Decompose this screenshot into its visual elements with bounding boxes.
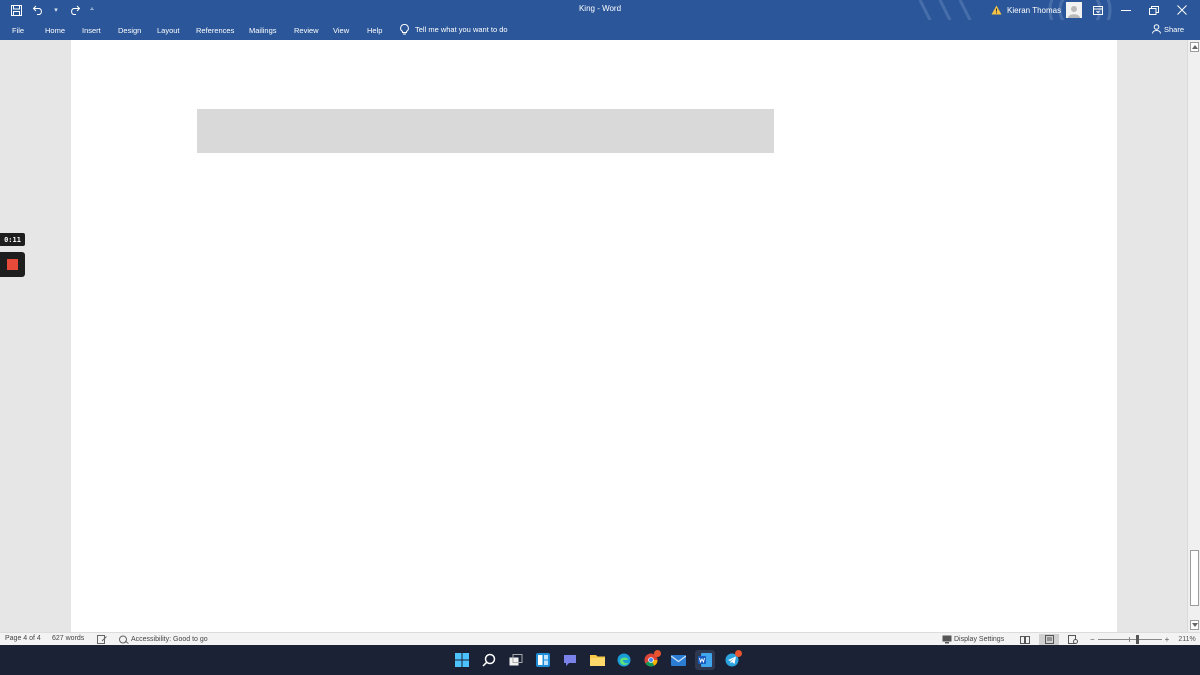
tab-home[interactable]: Home (45, 26, 65, 35)
zoom-slider[interactable] (1097, 635, 1162, 644)
undo-dropdown-icon[interactable]: ▾ (52, 6, 60, 14)
document-page[interactable] (71, 40, 1117, 632)
ribbon-display-options-icon[interactable] (1084, 0, 1112, 20)
window-controls (1084, 0, 1196, 20)
display-settings-icon (942, 635, 952, 644)
zoom-out-button[interactable]: − (1090, 635, 1095, 644)
customize-qat-icon[interactable]: ⩡ (88, 6, 96, 14)
file-explorer-icon[interactable] (587, 650, 607, 670)
edge-icon[interactable] (614, 650, 634, 670)
tab-design[interactable]: Design (118, 26, 141, 35)
display-settings-button[interactable]: Display Settings (942, 635, 1004, 644)
stop-recording-button[interactable] (0, 252, 25, 277)
minimize-icon[interactable] (1112, 0, 1140, 20)
word-count[interactable]: 627 words (52, 635, 84, 642)
warning-icon[interactable] (990, 4, 1002, 16)
tab-layout[interactable]: Layout (157, 26, 180, 35)
tab-mailings[interactable]: Mailings (249, 26, 277, 35)
taskbar-icons (452, 650, 742, 670)
account-area[interactable]: Kieran Thomas (990, 1, 1083, 19)
zoom-control: − + 211% (1090, 634, 1196, 645)
vertical-scrollbar[interactable] (1187, 40, 1200, 632)
telegram-notification-badge (735, 650, 742, 657)
telegram-icon[interactable] (722, 650, 742, 670)
word-icon[interactable] (695, 650, 715, 670)
ribbon-tabs: File Home Insert Design Layout Reference… (0, 20, 1200, 40)
user-name[interactable]: Kieran Thomas (1007, 6, 1061, 15)
web-layout-icon[interactable] (1063, 634, 1083, 645)
accessibility-label[interactable]: Accessibility: Good to go (131, 636, 208, 643)
tab-file[interactable]: File (12, 26, 24, 35)
proofing-icon[interactable] (97, 635, 107, 644)
scroll-up-icon[interactable] (1190, 42, 1199, 52)
accessibility-checker[interactable]: Accessibility: Good to go (119, 635, 208, 644)
teams-chat-icon[interactable] (560, 650, 580, 670)
tell-me-search[interactable]: Tell me what you want to do (400, 24, 508, 35)
zoom-slider-midpoint (1128, 637, 1130, 642)
print-layout-icon[interactable] (1039, 634, 1059, 645)
tell-me-label[interactable]: Tell me what you want to do (415, 25, 508, 34)
share-label[interactable]: Share (1164, 25, 1184, 34)
chrome-notification-badge (654, 650, 661, 657)
tab-help[interactable]: Help (367, 26, 382, 35)
restore-icon[interactable] (1140, 0, 1168, 20)
quick-access-toolbar: ▾ ⩡ (8, 2, 96, 18)
tab-references[interactable]: References (196, 26, 234, 35)
status-bar: Page 4 of 4 627 words Accessibility: Goo… (0, 632, 1200, 645)
page-count[interactable]: Page 4 of 4 (5, 635, 41, 642)
document-title: King - Word (578, 4, 622, 13)
zoom-in-button[interactable]: + (1165, 635, 1170, 644)
shaded-content-block[interactable] (197, 109, 774, 153)
mail-icon[interactable] (668, 650, 688, 670)
save-icon[interactable] (8, 2, 24, 18)
search-icon[interactable] (479, 650, 499, 670)
scroll-thumb[interactable] (1190, 550, 1199, 606)
task-view-icon[interactable] (506, 650, 526, 670)
scroll-down-icon[interactable] (1190, 620, 1199, 630)
user-avatar-icon[interactable] (1066, 2, 1083, 18)
recording-timer: 0:11 (0, 233, 25, 246)
undo-icon[interactable] (30, 2, 46, 18)
stop-icon (7, 259, 18, 270)
zoom-slider-thumb[interactable] (1135, 635, 1139, 644)
taskbar (0, 645, 1200, 675)
start-icon[interactable] (452, 650, 472, 670)
tab-insert[interactable]: Insert (82, 26, 101, 35)
lightbulb-icon (400, 24, 409, 35)
title-bar: ▾ ⩡ King - Word Kieran Thomas (0, 0, 1200, 40)
zoom-level[interactable]: 211% (1178, 636, 1195, 643)
redo-icon[interactable] (66, 2, 82, 18)
person-share-icon (1151, 24, 1161, 34)
widgets-icon[interactable] (533, 650, 553, 670)
close-icon[interactable] (1168, 0, 1196, 20)
tab-view[interactable]: View (333, 26, 349, 35)
tab-review[interactable]: Review (294, 26, 319, 35)
display-settings-label[interactable]: Display Settings (954, 636, 1004, 643)
accessibility-icon (119, 635, 129, 644)
read-mode-icon[interactable] (1015, 634, 1035, 645)
share-button[interactable]: Share (1151, 24, 1184, 34)
chrome-icon[interactable] (641, 650, 661, 670)
